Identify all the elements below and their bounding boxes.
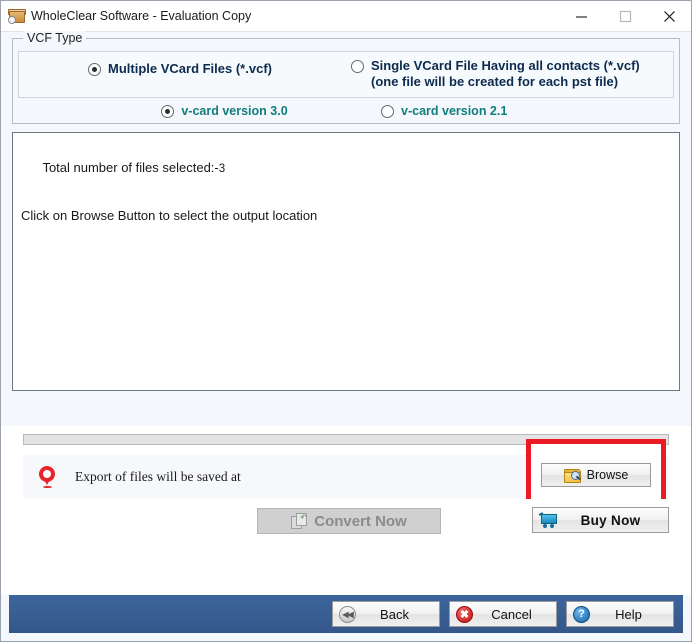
folder-search-icon: [563, 468, 581, 483]
help-button-label: Help: [615, 606, 642, 622]
back-button-label: Back: [380, 606, 409, 622]
log-line-browse-hint: Click on Browse Button to select the out…: [21, 208, 318, 223]
help-button[interactable]: ? Help: [566, 601, 674, 627]
radio-single-vcard-file-label: Single VCard File Having all contacts (*…: [371, 58, 640, 73]
radio-multiple-vcard-files[interactable]: Multiple VCard Files (*.vcf): [88, 61, 272, 77]
rewind-icon: ◀◀: [339, 605, 356, 623]
log-files-selected-prefix: Total number of files selected:-: [42, 160, 219, 175]
radio-vcard-version-30[interactable]: v-card version 3.0: [161, 104, 288, 118]
back-button[interactable]: ◀◀ Back: [332, 601, 440, 627]
vcf-type-options-panel: Multiple VCard Files (*.vcf) Single VCar…: [18, 51, 674, 98]
vcard-version-row: v-card version 3.0 v-card version 2.1: [18, 104, 674, 118]
radio-vcard-version-30-label: v-card version 3.0: [181, 104, 288, 118]
radio-single-vcard-file-sublabel: (one file will be created for each pst f…: [371, 74, 619, 89]
panel-spacer: [1, 391, 691, 426]
log-line-files-selected: Total number of files selected:-3: [21, 142, 671, 195]
window-title: WholeClear Software - Evaluation Copy: [31, 9, 252, 23]
maximize-button[interactable]: [603, 1, 647, 31]
radio-vcard-version-30-indicator[interactable]: [161, 104, 175, 118]
application-window: WholeClear Software - Evaluation Copy VC…: [0, 0, 692, 642]
browse-button-label: Browse: [586, 468, 629, 482]
radio-vcard-version-21-label: v-card version 2.1: [401, 104, 508, 118]
radio-vcard-version-21[interactable]: v-card version 2.1: [381, 104, 507, 118]
vcf-type-group: VCF Type Multiple VCard Files (*.vcf) Si…: [12, 31, 680, 124]
cancel-button-label: Cancel: [491, 606, 532, 622]
convert-now-label: Convert Now: [314, 512, 407, 530]
radio-multiple-vcard-files-label: Multiple VCard Files (*.vcf): [108, 61, 272, 76]
status-log-panel: Total number of files selected:-3 Click …: [12, 132, 680, 391]
help-question-icon: ?: [573, 605, 590, 623]
output-location-card: Export of files will be saved at Browse: [1, 426, 691, 511]
footer-bar: ◀◀ Back ✖ Cancel ? Help: [9, 595, 683, 633]
vcf-type-group-label: VCF Type: [23, 31, 87, 45]
buy-now-button[interactable]: Buy Now: [532, 507, 669, 533]
output-location-message: Export of files will be saved at: [75, 469, 241, 484]
action-button-row: ↶ Convert Now Buy Now: [1, 499, 691, 595]
close-button[interactable]: [647, 1, 691, 31]
minimize-button[interactable]: [559, 1, 603, 31]
cancel-button[interactable]: ✖ Cancel: [449, 601, 557, 627]
shopping-cart-icon: [538, 511, 557, 528]
convert-now-button[interactable]: ↶ Convert Now: [257, 508, 441, 534]
convert-pages-icon: ↶: [291, 513, 308, 529]
radio-multiple-vcard-files-indicator[interactable]: [88, 63, 101, 76]
cancel-x-icon: ✖: [456, 605, 473, 623]
radio-single-vcard-file-indicator[interactable]: [351, 60, 364, 73]
browse-button[interactable]: Browse: [541, 463, 651, 487]
window-controls: [559, 1, 691, 31]
location-pin-icon: [39, 466, 55, 488]
buy-now-label: Buy Now: [580, 512, 641, 528]
archive-box-icon: [7, 7, 26, 25]
log-files-selected-count: 3: [218, 163, 226, 175]
radio-single-vcard-file[interactable]: Single VCard File Having all contacts (*…: [351, 58, 640, 90]
radio-vcard-version-21-indicator[interactable]: [381, 104, 394, 118]
title-bar: WholeClear Software - Evaluation Copy: [1, 1, 691, 32]
output-location-row: Export of files will be saved at Browse: [23, 439, 669, 511]
